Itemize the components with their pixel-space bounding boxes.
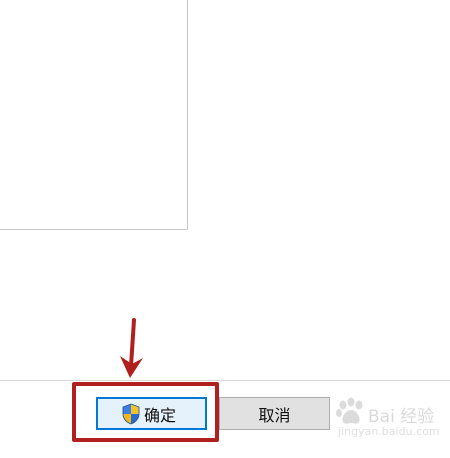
- arrow-down-icon: [120, 318, 143, 378]
- cancel-button-label: 取消: [258, 405, 291, 425]
- watermark-url: jingyan.baidu.com: [338, 425, 440, 438]
- content-panel: [0, 0, 188, 230]
- annotation-highlight-box: [72, 382, 219, 442]
- cancel-button[interactable]: 取消: [219, 397, 330, 430]
- baidu-watermark: Bai 经验 jingyan.baidu.com: [330, 395, 445, 450]
- watermark-brand: Bai 经验: [368, 407, 435, 427]
